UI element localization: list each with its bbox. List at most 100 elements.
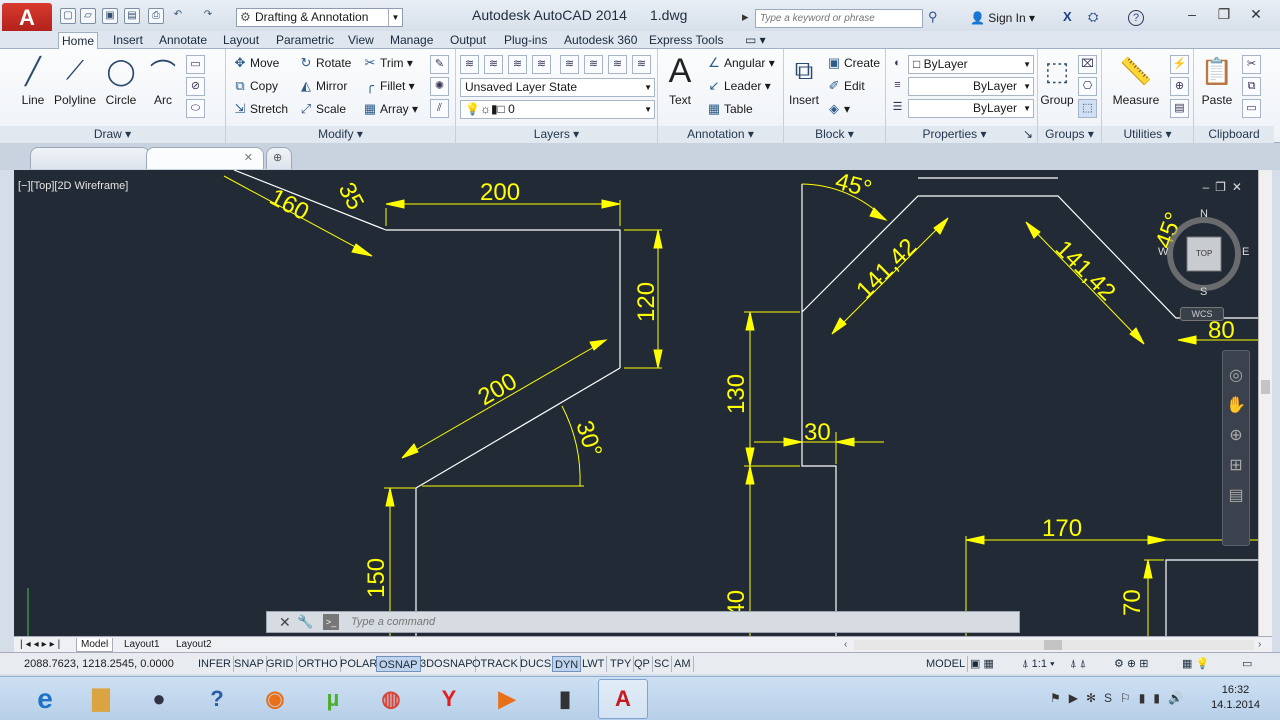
new-tab-button[interactable]: ⊕	[266, 147, 292, 169]
search-input[interactable]	[755, 9, 923, 28]
layer-off-icon[interactable]: ≋	[560, 55, 579, 74]
tab-model[interactable]: Model	[76, 638, 114, 652]
layer-freeze-icon[interactable]: ≋	[584, 55, 603, 74]
tab-parametric[interactable]: Parametric	[273, 32, 337, 49]
tab-plugins[interactable]: Plug-ins	[501, 32, 550, 49]
status-infer[interactable]: INFER	[196, 656, 234, 672]
mirror-button[interactable]: ◭ Mirror	[298, 76, 347, 96]
status-ortho[interactable]: ORTHO	[296, 656, 341, 672]
layer-previous-icon[interactable]: ≋	[508, 55, 527, 74]
wcs-menu[interactable]: WCS	[1180, 307, 1224, 321]
polyline-button[interactable]: ⟋ Polyline	[50, 53, 100, 107]
group-button[interactable]: ⬚ Group	[1038, 53, 1076, 108]
layer-walk-icon[interactable]: ≋	[632, 55, 651, 74]
hatch-icon[interactable]: ⊘	[186, 77, 205, 96]
trim-button[interactable]: ✂ Trim ▾	[362, 53, 413, 73]
lineweight-icon[interactable]: ≡	[888, 77, 907, 96]
scrollbar-thumb[interactable]	[1261, 380, 1270, 394]
modify-panel-title[interactable]: Modify ▾	[226, 126, 455, 143]
tab-view[interactable]: View	[345, 32, 377, 49]
help-app-icon[interactable]: ?	[192, 679, 242, 719]
quick-view-icon[interactable]: ▣ ▦	[968, 656, 996, 672]
status-snap[interactable]: SNAP	[232, 656, 267, 672]
group-edit-icon[interactable]: ⎔	[1078, 77, 1097, 96]
layer-properties-icon[interactable]: ≋	[460, 55, 479, 74]
copy-button[interactable]: ⧉ Copy	[232, 76, 278, 96]
status-sc[interactable]: SC	[652, 656, 673, 672]
block-panel-title[interactable]: Block ▾	[784, 126, 885, 143]
close-icon[interactable]: ✕	[1244, 4, 1268, 24]
vertical-scrollbar[interactable]	[1258, 170, 1272, 636]
viewcube-top-label[interactable]: TOP	[1196, 249, 1212, 258]
array-button[interactable]: ▦ Array ▾	[362, 99, 418, 119]
compass-e[interactable]: E	[1242, 246, 1249, 258]
explode-icon[interactable]: ✺	[430, 77, 449, 96]
dialog-launcher-icon[interactable]: ↘	[1023, 126, 1037, 143]
annotation-panel-title[interactable]: Annotation ▾	[658, 126, 783, 143]
tab-autodesk-360[interactable]: Autodesk 360	[561, 32, 640, 49]
create-block-button[interactable]: ▣ Create	[826, 53, 880, 73]
autocad-taskbar-icon[interactable]: A	[598, 679, 648, 719]
status-tpy[interactable]: TPY	[608, 656, 635, 672]
measure-button[interactable]: 📏 Measure	[1106, 53, 1166, 108]
workspace-switch-icon[interactable]: ⚙ ⊕ ⊞	[1112, 656, 1150, 672]
new-icon[interactable]: ▢	[60, 8, 76, 24]
file-explorer-icon[interactable]: ▇	[76, 679, 126, 719]
scroll-left-icon[interactable]: ‹	[840, 638, 851, 652]
status-dyn[interactable]: DYN	[552, 656, 582, 672]
status-polar[interactable]: POLAR	[338, 656, 381, 672]
edit-block-button[interactable]: ✐ Edit	[826, 76, 865, 96]
system-tray-icons[interactable]: ⚑▶✻S⚐▮▮🔊	[1050, 691, 1191, 705]
circle-button[interactable]: ◯ Circle	[98, 53, 144, 108]
linetype-select[interactable]: ByLayer ▼	[908, 99, 1034, 118]
attribute-button[interactable]: ◈ ▾	[826, 99, 850, 119]
firefox-icon[interactable]: ◉	[250, 679, 300, 719]
tab-annotate[interactable]: Annotate	[156, 32, 210, 49]
tab-layout[interactable]: Layout	[220, 32, 262, 49]
scroll-right-icon[interactable]: ›	[1254, 638, 1265, 652]
calculator-icon[interactable]: ▤	[1170, 99, 1189, 118]
erase-icon[interactable]: ✎	[430, 55, 449, 74]
ribbon-toggle-icon[interactable]: ▭ ▾	[742, 32, 769, 49]
group-selection-icon[interactable]: ⬚	[1078, 99, 1097, 118]
rotate-button[interactable]: ↻ Rotate	[298, 53, 352, 73]
toolbar-lock-icon[interactable]: ▦ 💡	[1180, 656, 1211, 672]
insert-button[interactable]: ⧉ Insert	[784, 53, 824, 107]
navigation-bar[interactable]: ◎ ✋ ⊕ ⊞ ▤	[1222, 350, 1250, 546]
rectangle-icon[interactable]: ▭	[186, 55, 205, 74]
annotation-visibility-icon[interactable]: ⍋ ⍋	[1068, 656, 1088, 672]
offset-icon[interactable]: ⫽	[430, 99, 449, 118]
undo-icon[interactable]: ↶	[170, 8, 186, 24]
tab-insert[interactable]: Insert	[110, 32, 146, 49]
tab-express-tools[interactable]: Express Tools	[646, 32, 726, 49]
tab-output[interactable]: Output	[447, 32, 489, 49]
stretch-button[interactable]: ⇲ Stretch	[232, 99, 288, 119]
command-input[interactable]	[351, 616, 951, 628]
help-icon[interactable]: ?	[1128, 10, 1144, 26]
yandex-icon[interactable]: Y	[424, 679, 474, 719]
layout-nav-arrows[interactable]: |◂◂▸▸|	[16, 638, 67, 652]
command-prompt-icon[interactable]: >_	[323, 614, 339, 630]
binoculars-icon[interactable]: ⚲	[928, 9, 938, 25]
color-select[interactable]: □ ByLayer ▼	[908, 55, 1034, 74]
plot-icon[interactable]: ⎙	[148, 8, 164, 24]
compass-n[interactable]: N	[1200, 208, 1208, 220]
command-line[interactable]: ✕ 🔧 >_	[266, 611, 1020, 633]
status-otrack[interactable]: OTRACK	[470, 656, 521, 672]
app-icon[interactable]: ▮	[540, 679, 590, 719]
tab-layout1[interactable]: Layout1	[120, 638, 164, 652]
lineweight-select[interactable]: ByLayer ▼	[908, 77, 1034, 96]
tab-layout2[interactable]: Layout2	[172, 638, 216, 652]
arc-button[interactable]: ⌒ Arc	[140, 53, 186, 108]
workspace-selector[interactable]: ⚙ Drafting & Annotation ▼	[236, 8, 403, 27]
redo-icon[interactable]: ↷	[200, 8, 216, 24]
maximize-icon[interactable]: ❐	[1212, 4, 1236, 24]
tab-manage[interactable]: Manage	[387, 32, 436, 49]
table-button[interactable]: ▦ Table	[706, 99, 753, 119]
ie-icon[interactable]: e	[20, 679, 70, 719]
angular-button[interactable]: ∠ Angular ▾	[706, 53, 775, 73]
fillet-button[interactable]: ╭ Fillet ▾	[362, 76, 415, 96]
file-tab[interactable]	[30, 147, 150, 169]
status-lwt[interactable]: LWT	[580, 656, 608, 672]
compass-w[interactable]: W	[1158, 246, 1168, 258]
